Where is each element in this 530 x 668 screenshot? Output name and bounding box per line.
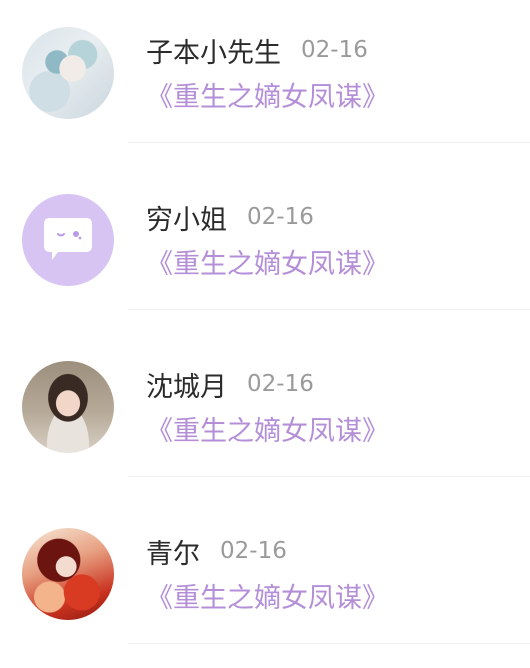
divider	[128, 643, 530, 644]
avatar[interactable]	[22, 528, 114, 620]
user-name[interactable]: 穷小姐	[146, 198, 227, 237]
list-item[interactable]: 穷小姐 02-16 《重生之嫡女凤谋》	[0, 167, 530, 334]
name-row: 子本小先生 02-16	[146, 31, 368, 70]
book-title[interactable]: 《重生之嫡女凤谋》	[146, 581, 389, 617]
message-date: 02-16	[247, 204, 314, 230]
chat-bubble-icon	[44, 218, 92, 260]
book-title[interactable]: 《重生之嫡女凤谋》	[146, 414, 389, 450]
user-name[interactable]: 子本小先生	[146, 31, 281, 70]
avatar[interactable]	[22, 194, 114, 286]
list-item[interactable]: 沈城月 02-16 《重生之嫡女凤谋》	[0, 334, 530, 501]
divider	[128, 142, 530, 143]
message-date: 02-16	[247, 371, 314, 397]
name-row: 沈城月 02-16	[146, 365, 314, 404]
book-title[interactable]: 《重生之嫡女凤谋》	[146, 80, 389, 116]
message-date: 02-16	[301, 37, 368, 63]
avatar[interactable]	[22, 361, 114, 453]
name-row: 青尔 02-16	[146, 532, 287, 571]
divider	[128, 476, 530, 477]
book-title[interactable]: 《重生之嫡女凤谋》	[146, 247, 389, 283]
message-list: 子本小先生 02-16 《重生之嫡女凤谋》 穷小姐 02-16 《重生之嫡女凤谋…	[0, 0, 530, 668]
avatar[interactable]	[22, 27, 114, 119]
name-row: 穷小姐 02-16	[146, 198, 314, 237]
message-date: 02-16	[220, 538, 287, 564]
user-name[interactable]: 沈城月	[146, 365, 227, 404]
divider	[128, 309, 530, 310]
user-name[interactable]: 青尔	[146, 532, 200, 571]
list-item[interactable]: 青尔 02-16 《重生之嫡女凤谋》	[0, 501, 530, 668]
list-item[interactable]: 子本小先生 02-16 《重生之嫡女凤谋》	[0, 0, 530, 167]
